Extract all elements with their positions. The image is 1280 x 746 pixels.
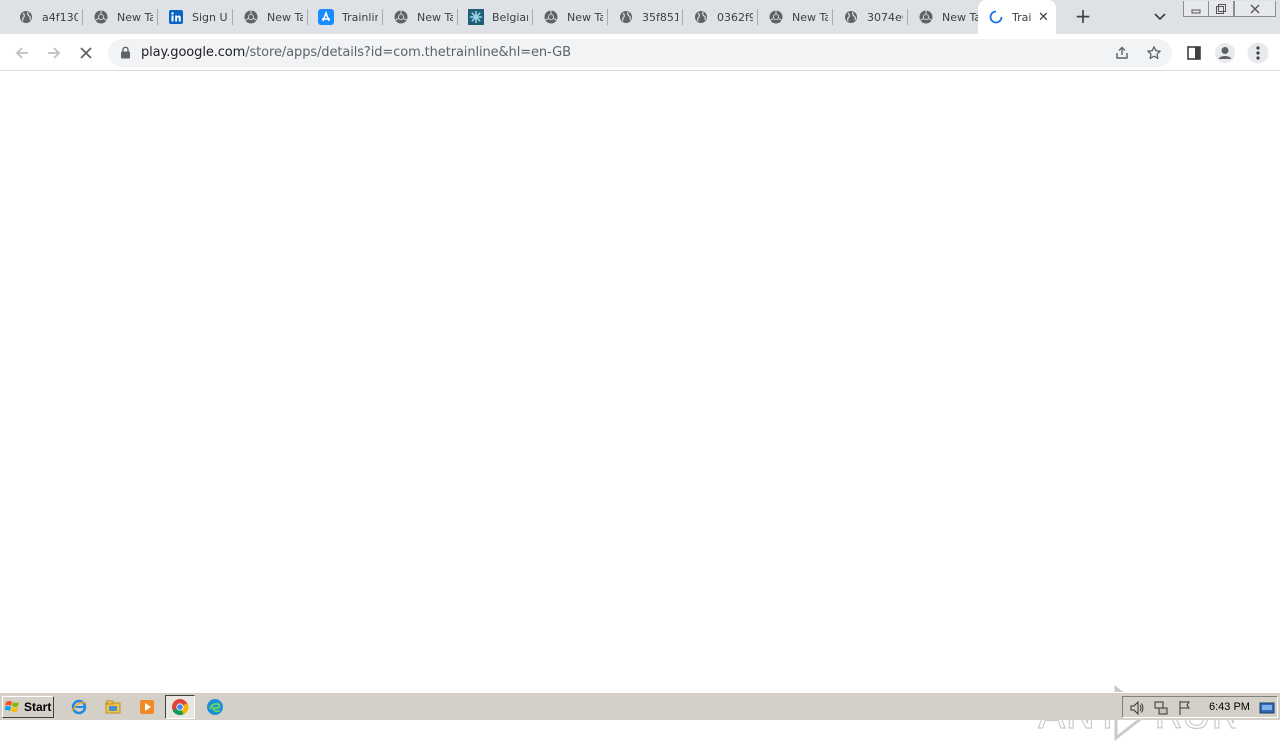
- kebab-menu-icon: [1247, 42, 1269, 64]
- browser-tab[interactable]: Sign Up: [158, 4, 231, 30]
- tab-title: Belgian: [492, 10, 528, 24]
- globe-icon: [618, 9, 634, 25]
- tab-title: Trainline: [342, 10, 378, 24]
- tab-title: Trainline: [1012, 10, 1032, 24]
- taskbar-clock[interactable]: 6:43 PM: [1209, 701, 1250, 713]
- browser-tab[interactable]: Trainline: [308, 4, 381, 30]
- browser-tab[interactable]: Belgian: [458, 4, 531, 30]
- tab-title: New Tab: [942, 10, 978, 24]
- tab-title: New Tab: [792, 10, 828, 24]
- profile-button[interactable]: [1212, 40, 1238, 66]
- back-button[interactable]: [9, 40, 35, 66]
- tab-close-icon[interactable]: ✕: [1038, 10, 1049, 25]
- tab-title: New Tab: [567, 10, 603, 24]
- chrome-icon: [768, 9, 784, 25]
- browser-tab[interactable]: 35f851: [608, 4, 681, 30]
- profile-avatar-icon: [1215, 43, 1235, 63]
- side-panel-icon: [1187, 46, 1201, 60]
- chrome-icon: [93, 9, 109, 25]
- loading-spinner-icon: [988, 9, 1004, 25]
- stop-x-icon: [80, 47, 92, 59]
- windows-flag-icon: [5, 701, 19, 712]
- tab-title: Sign Up: [192, 10, 228, 24]
- browser-tab[interactable]: 3074e6: [833, 4, 906, 30]
- chrome-icon: [393, 9, 409, 25]
- url-text[interactable]: play.google.com/store/apps/details?id=co…: [141, 45, 571, 60]
- forward-arrow-icon: [48, 47, 61, 59]
- restore-button[interactable]: [1208, 1, 1234, 17]
- browser-tab[interactable]: a4f130: [8, 4, 81, 30]
- address-bar[interactable]: play.google.com/store/apps/details?id=co…: [108, 39, 1172, 67]
- browser-tab[interactable]: New Tab: [233, 4, 306, 30]
- minimize-button[interactable]: [1183, 1, 1209, 17]
- close-window-button[interactable]: [1234, 1, 1276, 17]
- windows-taskbar: Start 6:43 PM: [0, 692, 1280, 720]
- url-domain: play.google.com: [141, 45, 246, 60]
- tab-title: 0362f9: [717, 10, 753, 24]
- network-icon[interactable]: [1153, 700, 1169, 716]
- start-label: Start: [24, 700, 52, 714]
- edge-icon[interactable]: [205, 697, 225, 717]
- internet-explorer-icon[interactable]: [69, 697, 89, 717]
- media-player-icon[interactable]: [137, 697, 157, 717]
- browser-tab[interactable]: New Tab: [533, 4, 606, 30]
- chrome-menu-button[interactable]: [1245, 40, 1271, 66]
- globe-icon: [18, 9, 34, 25]
- page-content-area: ANY RUN: [0, 72, 1280, 742]
- action-center-flag-icon[interactable]: [1177, 700, 1193, 716]
- linkedin-icon: [168, 9, 184, 25]
- show-desktop-icon[interactable]: [1259, 700, 1275, 716]
- globe-icon: [843, 9, 859, 25]
- browser-tab[interactable]: New Tab: [83, 4, 156, 30]
- tab-title: New Tab: [417, 10, 453, 24]
- tab-search-chevron-icon[interactable]: [1150, 8, 1170, 26]
- tab-title: 3074e6: [867, 10, 903, 24]
- browser-tab[interactable]: Trainline ✕: [978, 0, 1056, 34]
- side-panel-button[interactable]: [1181, 40, 1207, 66]
- browser-tab[interactable]: New Tab: [908, 4, 981, 30]
- back-arrow-icon: [15, 47, 28, 59]
- tab-title: 35f851: [642, 10, 678, 24]
- browser-tabstrip: a4f130 New Tab Sign Up New Tab Trainline New …: [0, 0, 1280, 34]
- lock-icon[interactable]: [120, 46, 131, 59]
- stop-loading-button[interactable]: [73, 40, 99, 66]
- file-explorer-icon[interactable]: [103, 697, 123, 717]
- share-icon[interactable]: [1113, 44, 1131, 62]
- volume-icon[interactable]: [1129, 700, 1145, 716]
- globe-icon: [693, 9, 709, 25]
- snowflake-icon: [468, 9, 484, 25]
- browser-tab[interactable]: 0362f9: [683, 4, 756, 30]
- chrome-taskbar-icon[interactable]: [165, 695, 195, 719]
- chrome-icon: [918, 9, 934, 25]
- app-store-icon: [318, 9, 334, 25]
- tab-title: New Tab: [267, 10, 303, 24]
- tab-title: a4f130: [42, 10, 78, 24]
- bookmark-star-icon[interactable]: [1145, 44, 1163, 62]
- url-path: /store/apps/details?id=com.thetrainline&…: [245, 45, 571, 60]
- chrome-icon: [543, 9, 559, 25]
- forward-button[interactable]: [41, 40, 67, 66]
- tab-title: New Tab: [117, 10, 153, 24]
- new-tab-button[interactable]: +: [1072, 6, 1094, 28]
- system-tray: 6:43 PM: [1122, 696, 1278, 718]
- browser-tab[interactable]: New Tab: [383, 4, 456, 30]
- start-button[interactable]: Start: [2, 696, 54, 718]
- browser-tab[interactable]: New Tab: [758, 4, 831, 30]
- chrome-icon: [243, 9, 259, 25]
